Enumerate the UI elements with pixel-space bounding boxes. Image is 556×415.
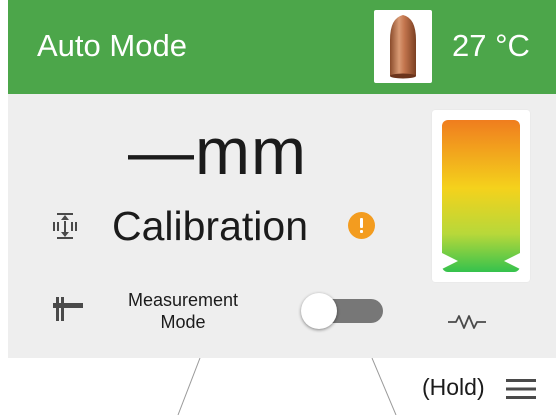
mode-title: Auto Mode [37,28,187,63]
measurement-mode-label: Measurement Mode [108,289,258,333]
bullet-icon[interactable] [374,10,432,83]
measurement-mode-toggle[interactable] [301,293,383,329]
warning-icon[interactable] [348,212,375,239]
main-panel: —mm Calibration Measurement Mode [8,94,556,358]
gradient-level-meter [442,120,520,272]
header-bar: Auto Mode 27 °C [8,0,556,94]
measurement-mode-label-line2: Mode [160,312,206,332]
temperature-readout: 27 °C [452,28,530,63]
resistor-icon [448,313,486,336]
toggle-knob [301,293,337,329]
level-meter-frame [432,110,530,282]
measurement-reading: —mm [128,114,307,188]
hamburger-menu-icon[interactable] [506,378,536,400]
hold-label: (Hold) [422,374,485,400]
caliper-icon [53,295,83,328]
depth-measure-icon [52,211,78,246]
calibration-label: Calibration [112,203,308,249]
measurement-mode-label-line1: Measurement [127,290,239,310]
